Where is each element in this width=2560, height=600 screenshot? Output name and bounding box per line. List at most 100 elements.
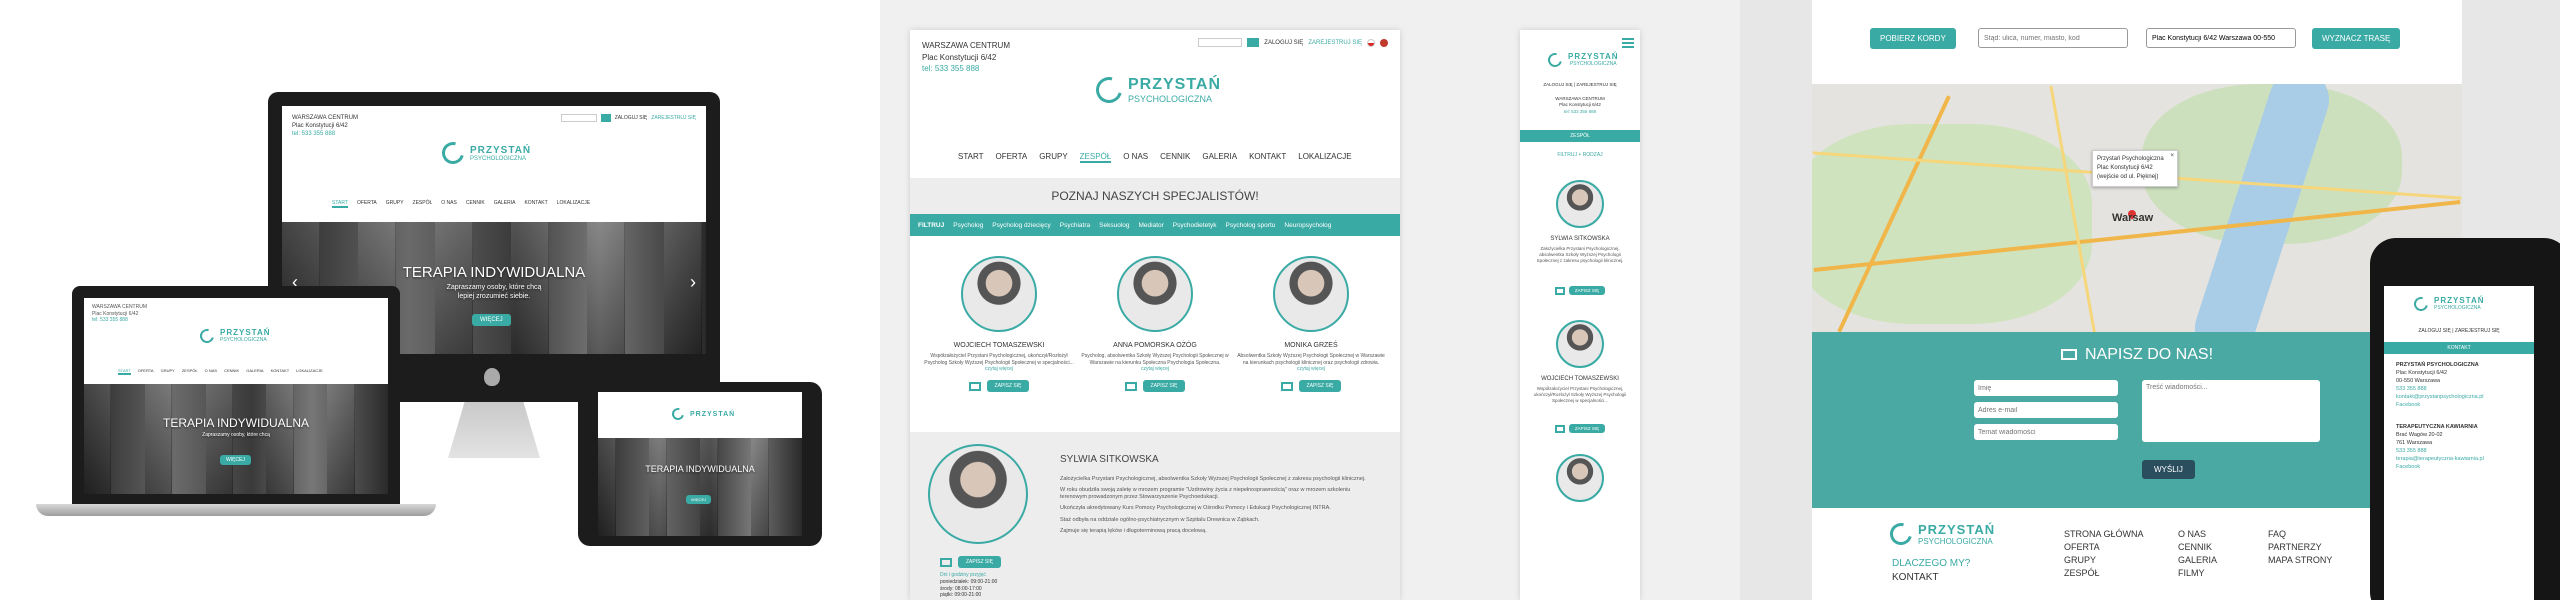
send-button[interactable]: WYŚLIJ <box>2142 460 2195 479</box>
site-logo[interactable]: PRZYSTAŃ PSYCHOLOGICZNA <box>1091 72 1221 108</box>
from-address-input[interactable] <box>1978 28 2128 48</box>
team-card: ANNA POMORSKA OŻÓG Psycholog, absolwentk… <box>1080 256 1230 392</box>
book-button[interactable]: ZAPISZ SIĘ <box>958 556 1001 568</box>
register-link[interactable]: ZAREJESTRUJ SIĘ <box>651 115 696 121</box>
to-address-input[interactable] <box>2146 28 2296 48</box>
filter-mediator[interactable]: Mediator <box>1139 222 1164 229</box>
nav-oferta[interactable]: OFERTA <box>357 200 377 208</box>
hours-title: Dni i godziny przyjęć <box>940 572 986 578</box>
team-card: MONIKA GRZEŚ Absolwentka Szkoły Wyższej … <box>1236 256 1386 392</box>
team-page-panel: WARSZAWA CENTRUM Plac Konstytucji 6/42 t… <box>880 0 1740 600</box>
team-heading-band: POZNAJ NASZYCH SPECJALISTÓW! <box>910 178 1400 214</box>
filter-seksuolog[interactable]: Seksuolog <box>1099 222 1129 229</box>
contact-panel: POBIERZ KORDY WYZNACZ TRASĘ Przystań Psy… <box>1740 0 2560 600</box>
main-nav: START OFERTA GRUPY ZESPÓŁ O NAS CENNIK G… <box>332 200 590 208</box>
detail-name: SYLWIA SITKOWSKA <box>1060 454 1159 465</box>
book-button[interactable]: ZAPISZ SIĘ <box>1298 380 1342 392</box>
main-nav: START OFERTA GRUPY ZESPÓŁ O NAS CENNIK G… <box>958 152 1352 163</box>
filter-psycholog[interactable]: Psycholog <box>953 222 983 229</box>
apple-logo-icon <box>484 368 500 386</box>
filter-psychodietetyk[interactable]: Psychodietetyk <box>1173 222 1217 229</box>
filter-psychiatra[interactable]: Psychiatra <box>1060 222 1090 229</box>
mail-icon <box>2060 349 2077 361</box>
laptop-base <box>36 504 436 516</box>
site-logo[interactable]: PRZYSTAŃ PSYCHOLOGICZNA <box>437 137 531 169</box>
phone-contact-tab[interactable]: KONTAKT <box>2384 342 2534 354</box>
close-icon[interactable]: × <box>2170 152 2174 161</box>
map-area[interactable]: Przystań Psychologiczna Plac Konstytucji… <box>1812 84 2462 332</box>
nav-grupy[interactable]: GRUPY <box>386 200 404 208</box>
search-box[interactable] <box>1198 38 1243 47</box>
member-name: ANNA POMORSKA OŻÓG <box>1113 342 1197 349</box>
email-input[interactable] <box>1974 402 2118 418</box>
logo-icon <box>1545 49 1565 70</box>
mobile-active-tab[interactable]: ZESPÓŁ <box>1520 130 1640 142</box>
nav-zespol[interactable]: ZESPÓŁ <box>413 200 433 208</box>
name-input[interactable] <box>1974 380 2118 396</box>
book-button[interactable]: ZAPISZ SIĘ <box>986 380 1030 392</box>
imac-stand <box>448 402 540 458</box>
contact-page: POBIERZ KORDY WYZNACZ TRASĘ Przystań Psy… <box>1812 0 2462 600</box>
flag-en-icon[interactable] <box>1380 38 1388 47</box>
logo-icon <box>197 325 217 346</box>
subject-input[interactable] <box>1974 424 2118 440</box>
contact-location: WARSZAWA CENTRUM <box>292 115 358 121</box>
search-icon[interactable] <box>1247 38 1260 47</box>
hero-banner-laptop: TERAPIA INDYWIDUALNA Zapraszamy osoby, k… <box>84 384 388 494</box>
footer-why[interactable]: DLACZEGO MY? <box>1892 558 1970 569</box>
member-detail: ZAPISZ SIĘ Dni i godziny przyjęć poniedz… <box>910 432 1400 600</box>
logo-icon <box>669 405 687 423</box>
mail-icon[interactable] <box>1554 424 1565 433</box>
filter-label: FILTRUJ <box>918 221 945 229</box>
mobile-filter[interactable]: FILTRUJ + RODZAJ <box>1520 152 1640 158</box>
team-page: WARSZAWA CENTRUM Plac Konstytucji 6/42 t… <box>910 30 1400 600</box>
slider-next-icon[interactable]: › <box>690 272 696 293</box>
member-photo <box>961 256 1037 332</box>
hero-cta-button[interactable]: WIĘCEJ <box>472 314 511 326</box>
trace-route-button[interactable]: WYZNACZ TRASĘ <box>2312 28 2401 49</box>
map-city-label: Warsaw <box>2112 212 2154 224</box>
site-logo-laptop[interactable]: PRZYSTAŃ PSYCHOLOGICZNA <box>197 325 271 346</box>
book-button[interactable]: ZAPISZ SIĘ <box>1142 380 1186 392</box>
hamburger-menu-icon[interactable] <box>1622 38 1634 48</box>
footer-contact[interactable]: KONTAKT <box>1892 572 1938 583</box>
mail-icon[interactable] <box>1280 381 1293 391</box>
tablet-device: PRZYSTAŃ TERAPIA INDYWIDUALNA WIĘCEJ <box>578 382 822 546</box>
mail-icon[interactable] <box>968 381 981 391</box>
search-box[interactable] <box>560 114 597 122</box>
nav-cennik[interactable]: CENNIK <box>466 200 485 208</box>
team-heading: POZNAJ NASZYCH SPECJALISTÓW! <box>1051 189 1259 203</box>
message-textarea[interactable] <box>2142 380 2320 442</box>
laptop-device: WARSZAWA CENTRUM Plac Konstytucji 6/42 t… <box>72 286 400 506</box>
nav-start[interactable]: START <box>332 200 348 208</box>
filter-psycholog-sportu[interactable]: Psycholog sportu <box>1226 222 1276 229</box>
site-footer: PRZYSTAŃ PSYCHOLOGICZNA DLACZEGO MY? KONT… <box>1812 508 2462 600</box>
mobile-team-page: PRZYSTAŃ PSYCHOLOGICZNA ZALOGUJ SIĘ | ZAR… <box>1520 30 1640 600</box>
filter-neuropsycholog[interactable]: Neuropsycholog <box>1284 222 1331 229</box>
laptop-screen: WARSZAWA CENTRUM Plac Konstytucji 6/42 t… <box>84 298 388 494</box>
phone-screen: PRZYSTAŃ PSYCHOLOGICZNA ZALOGUJ SIĘ | ZAR… <box>2384 286 2534 600</box>
phone-device: PRZYSTAŃ PSYCHOLOGICZNA ZALOGUJ SIĘ | ZAR… <box>2370 238 2560 600</box>
filter-bar: FILTRUJ Psycholog Psycholog dziecięcy Ps… <box>910 214 1400 236</box>
logo-icon <box>1885 518 1917 550</box>
member-photo <box>1273 256 1349 332</box>
mail-icon[interactable] <box>1124 381 1137 391</box>
nav-lokalizacje[interactable]: LOKALIZACJE <box>557 200 590 208</box>
route-bar: POBIERZ KORDY WYZNACZ TRASĘ <box>1812 0 2462 84</box>
mail-icon[interactable] <box>1554 286 1565 295</box>
nav-galeria[interactable]: GALERIA <box>494 200 516 208</box>
map-popup: Przystań Psychologiczna Plac Konstytucji… <box>2092 150 2178 187</box>
nav-o-nas[interactable]: O NAS <box>441 200 457 208</box>
filter-psycholog-dzieciecy[interactable]: Psycholog dziecięcy <box>992 222 1051 229</box>
mail-icon[interactable] <box>940 557 952 567</box>
login-link[interactable]: ZALOGUJ SIĘ <box>615 115 648 121</box>
write-to-us-section: NAPISZ DO NAS! WYŚLIJ <box>1812 332 2462 508</box>
search-icon[interactable] <box>600 114 611 122</box>
nav-kontakt[interactable]: KONTAKT <box>524 200 547 208</box>
get-coords-button[interactable]: POBIERZ KORDY <box>1870 28 1956 49</box>
flag-pl-icon[interactable] <box>1367 38 1375 47</box>
main-nav-laptop: START OFERTA GRUPY ZESPÓŁ O NAS CENNIK G… <box>118 368 323 375</box>
detail-photo <box>928 444 1028 544</box>
logo-icon <box>2411 293 2431 314</box>
contact-phone: tel: 533 355 888 <box>292 131 336 138</box>
